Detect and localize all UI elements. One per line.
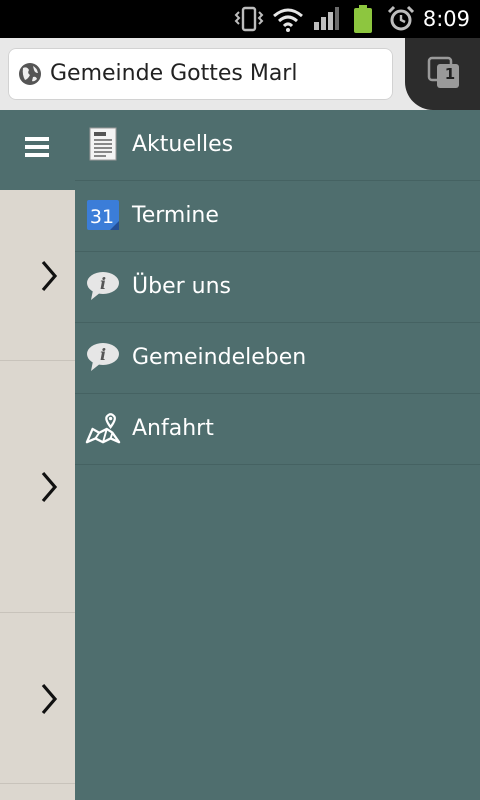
- chevron-right-icon: [41, 260, 58, 292]
- menu-item-label: Termine: [132, 203, 219, 228]
- menu-item-label: Gemeindeleben: [132, 345, 307, 370]
- page-list-item[interactable]: [0, 361, 75, 613]
- navigation-drawer: Aktuelles 31 Termine i Über uns i Gemein…: [75, 110, 480, 800]
- menu-item-label: Anfahrt: [132, 416, 214, 441]
- battery-icon: [350, 0, 376, 38]
- tab-switcher-button[interactable]: 1: [405, 38, 480, 110]
- calendar-icon: 31: [85, 197, 121, 233]
- map-pin-icon: [85, 410, 121, 446]
- globe-icon: [18, 62, 42, 86]
- info-bubble-icon: i: [85, 268, 121, 304]
- menu-item-ueber-uns[interactable]: i Über uns: [75, 252, 480, 323]
- wifi-icon: [271, 0, 305, 38]
- vibrate-icon: [232, 0, 266, 38]
- news-document-icon: [85, 126, 121, 162]
- info-bubble-icon: i: [85, 339, 121, 375]
- clock-time: 8:09: [422, 7, 470, 31]
- signal-icon: [311, 0, 341, 38]
- menu-item-gemeindeleben[interactable]: i Gemeindeleben: [75, 323, 480, 394]
- page-header: [0, 110, 75, 190]
- menu-item-termine[interactable]: 31 Termine: [75, 181, 480, 252]
- alarm-icon: [385, 0, 417, 38]
- svg-text:i: i: [100, 345, 106, 364]
- status-bar: 8:09: [0, 0, 480, 38]
- url-bar[interactable]: Gemeinde Gottes Marl: [8, 48, 393, 100]
- page-list-item[interactable]: [0, 613, 75, 784]
- chevron-right-icon: [41, 683, 58, 715]
- svg-text:i: i: [100, 274, 106, 293]
- menu-toggle-icon[interactable]: [25, 137, 49, 159]
- calendar-day-number: 31: [90, 206, 114, 228]
- page-content-strip: [0, 110, 75, 800]
- tab-count: 1: [444, 65, 456, 83]
- url-text[interactable]: Gemeinde Gottes Marl: [50, 48, 297, 100]
- menu-item-label: Aktuelles: [132, 132, 234, 157]
- menu-item-label: Über uns: [132, 274, 231, 299]
- menu-item-anfahrt[interactable]: Anfahrt: [75, 394, 480, 465]
- page-list-item[interactable]: [0, 190, 75, 361]
- menu-item-aktuelles[interactable]: Aktuelles: [75, 110, 480, 181]
- chevron-right-icon: [41, 471, 58, 503]
- browser-toolbar: Gemeinde Gottes Marl 1: [0, 38, 480, 110]
